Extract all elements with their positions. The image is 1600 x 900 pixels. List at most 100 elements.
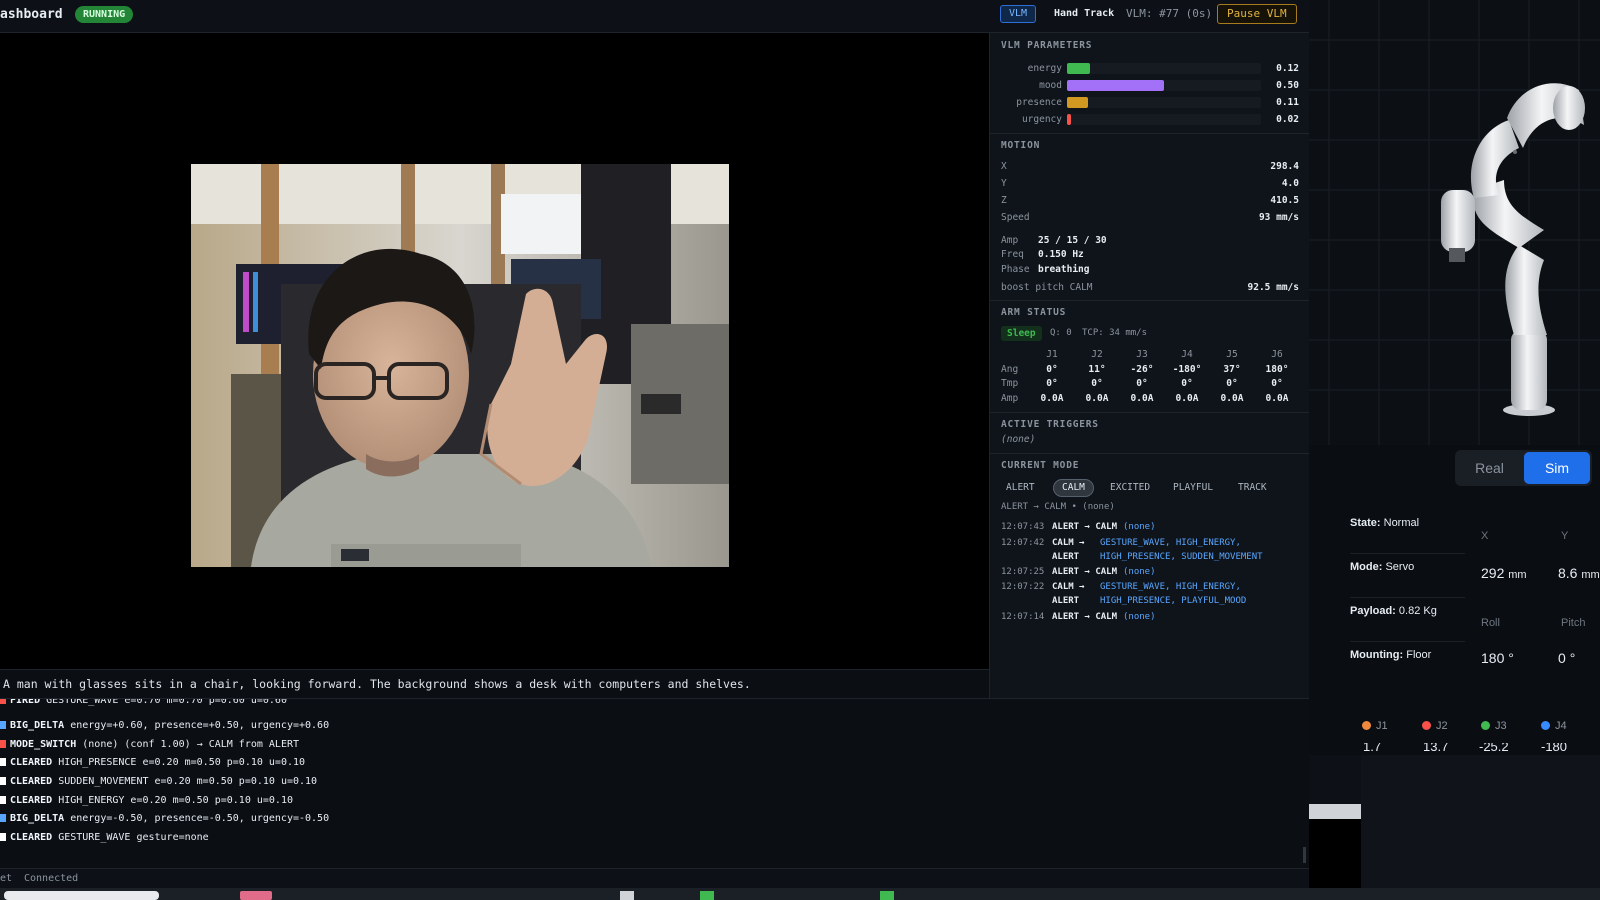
connection-status: Connected xyxy=(24,873,79,884)
motion-flags-speed: 92.5 mm/s xyxy=(1247,282,1299,293)
history-transition: CALM → xyxy=(1052,582,1085,592)
taskbar-search[interactable] xyxy=(4,891,159,900)
x-unit: mm xyxy=(1508,569,1527,581)
table-cell: 11° xyxy=(1088,364,1106,375)
history-reason: GESTURE_WAVE, HIGH_ENERGY, xyxy=(1100,538,1241,548)
freq-label: Freq xyxy=(1001,249,1024,260)
motion-speed-value: 93 mm/s xyxy=(1258,212,1299,223)
log-tag: CLEARED xyxy=(10,832,53,843)
history-transition: ALERT xyxy=(1052,596,1080,606)
vlm-toggle-button[interactable]: VLM xyxy=(1000,5,1037,23)
joint-dot xyxy=(1481,721,1490,730)
history-time: 12:07:14 xyxy=(1001,612,1045,622)
taskbar-app-icon[interactable] xyxy=(700,891,714,900)
motion-x-label: X xyxy=(1001,161,1007,172)
param-bar-fill xyxy=(1067,114,1071,125)
log-scrollbar[interactable] xyxy=(1303,847,1306,863)
table-cell: 0° xyxy=(1091,378,1103,389)
sim-bottom-panel xyxy=(1361,755,1600,888)
table-cell: 0.0A xyxy=(1265,393,1289,404)
y-column-label: Y xyxy=(1561,530,1569,542)
table-cell: 37° xyxy=(1223,364,1241,375)
table-cell: 0° xyxy=(1181,378,1193,389)
status-bar: et Connected xyxy=(0,868,1309,888)
log-text: GESTURE_WAVE e=0.70 m=0.70 p=0.60 u=0.60 xyxy=(46,698,287,706)
log-dot xyxy=(0,758,6,766)
joint-header: J6 xyxy=(1271,349,1283,360)
motion-z-label: Z xyxy=(1001,195,1007,206)
param-bar-fill xyxy=(1067,80,1164,91)
log-dot xyxy=(0,796,6,804)
queue-label: Q: 0 xyxy=(1050,328,1072,338)
log-entry: CLEARED HIGH_ENERGY e=0.20 m=0.50 p=0.10… xyxy=(0,795,293,813)
dashboard-window: ashboard RUNNING VLM Hand Track VLM: #77… xyxy=(0,0,1310,888)
pause-vlm-button[interactable]: Pause VLM xyxy=(1217,4,1297,24)
phase-value: breathing xyxy=(1038,264,1090,275)
history-reason: HIGH_PRESENCE, SUDDEN_MOVEMENT xyxy=(1100,552,1263,562)
log-text: energy=+0.60, presence=+0.50, urgency=+0… xyxy=(70,720,330,731)
sim-mode-button[interactable]: Sim xyxy=(1524,452,1590,484)
log-tag: CLEARED xyxy=(10,757,53,768)
real-mode-button[interactable]: Real xyxy=(1457,452,1522,484)
sim-viewport[interactable] xyxy=(1309,0,1600,445)
log-dot xyxy=(0,814,6,822)
mode-excited-button[interactable]: EXCITED xyxy=(1102,479,1158,497)
mode-track-button[interactable]: TRACK xyxy=(1230,479,1275,497)
divider xyxy=(990,412,1310,413)
mode-row: Mode: Servo xyxy=(1350,554,1465,598)
roll-column-label: Roll xyxy=(1481,617,1500,629)
taskbar-app-icon[interactable] xyxy=(880,891,894,900)
history-reason: (none) xyxy=(1123,522,1156,532)
phase-label: Phase xyxy=(1001,264,1030,275)
table-cell: 0° xyxy=(1271,378,1283,389)
log-dot xyxy=(0,699,6,704)
log-tag: CLEARED xyxy=(10,795,53,806)
joint-dot xyxy=(1541,721,1550,730)
history-transition: ALERT → CALM xyxy=(1052,567,1118,577)
log-text: HIGH_PRESENCE e=0.20 m=0.50 p=0.10 u=0.1… xyxy=(58,757,306,768)
robot-arm-icon xyxy=(1441,83,1585,416)
status-left: et xyxy=(0,873,13,884)
mode-calm-button[interactable]: CALM xyxy=(1053,479,1094,497)
param-bar-fill xyxy=(1067,63,1091,74)
mode-alert-button[interactable]: ALERT xyxy=(998,479,1043,497)
param-bar-fill xyxy=(1067,97,1089,108)
row-label: Ang xyxy=(1001,364,1019,375)
joint-value: 1.7 xyxy=(1363,743,1382,751)
event-log[interactable]: FIRED GESTURE_WAVE e=0.70 m=0.70 p=0.60 … xyxy=(0,698,1309,868)
log-entry: CLEARED SUDDEN_MOVEMENT e=0.20 m=0.50 p=… xyxy=(0,776,317,794)
active-triggers-title: ACTIVE TRIGGERS xyxy=(1001,419,1099,430)
motion-title: MOTION xyxy=(1001,140,1041,151)
joint-dot xyxy=(1422,721,1431,730)
mode-playful-button[interactable]: PLAYFUL xyxy=(1165,479,1221,497)
joint-header: J3 xyxy=(1136,349,1148,360)
motion-y-label: Y xyxy=(1001,178,1007,189)
taskbar-app-icon[interactable] xyxy=(620,891,634,900)
table-cell: 0.0A xyxy=(1175,393,1199,404)
history-transition: ALERT xyxy=(1052,552,1080,562)
table-cell: 0° xyxy=(1226,378,1238,389)
mounting-row: Mounting: Floor xyxy=(1350,642,1465,686)
log-dot xyxy=(0,777,6,785)
log-tag: BIG_DELTA xyxy=(10,813,65,824)
log-tag: CLEARED xyxy=(10,776,53,787)
simulator-panel: Real Sim State: Normal Mode: Servo Paylo… xyxy=(1309,0,1600,888)
payload-label: Payload: xyxy=(1350,605,1396,617)
log-tag: BIG_DELTA xyxy=(10,720,65,731)
log-text: SUDDEN_MOVEMENT e=0.20 m=0.50 p=0.10 u=0… xyxy=(58,776,318,787)
taskbar-app-icon[interactable] xyxy=(240,891,272,900)
param-bar xyxy=(1067,80,1261,91)
log-text: energy=-0.50, presence=-0.50, urgency=-0… xyxy=(70,813,330,824)
mounting-label: Mounting: xyxy=(1350,649,1404,661)
y-value: 8.6 xyxy=(1558,565,1578,581)
param-label: urgency xyxy=(1021,114,1062,125)
hand-track-button[interactable]: Hand Track xyxy=(1049,5,1119,23)
amp-value: 25 / 15 / 30 xyxy=(1038,235,1107,246)
mode-selector: ALERT CALM EXCITED PLAYFUL TRACK xyxy=(998,479,1298,497)
vlm-counter: VLM: #77 (0s) xyxy=(1126,7,1213,20)
joint-name: J2 xyxy=(1436,720,1448,732)
log-tag: FIRED xyxy=(10,698,41,706)
sim-info: State: Normal Mode: Servo Payload: 0.82 … xyxy=(1309,505,1600,755)
log-text: (none) (conf 1.00) → CALM from ALERT xyxy=(82,739,300,750)
param-value: 0.02 xyxy=(1276,114,1299,125)
